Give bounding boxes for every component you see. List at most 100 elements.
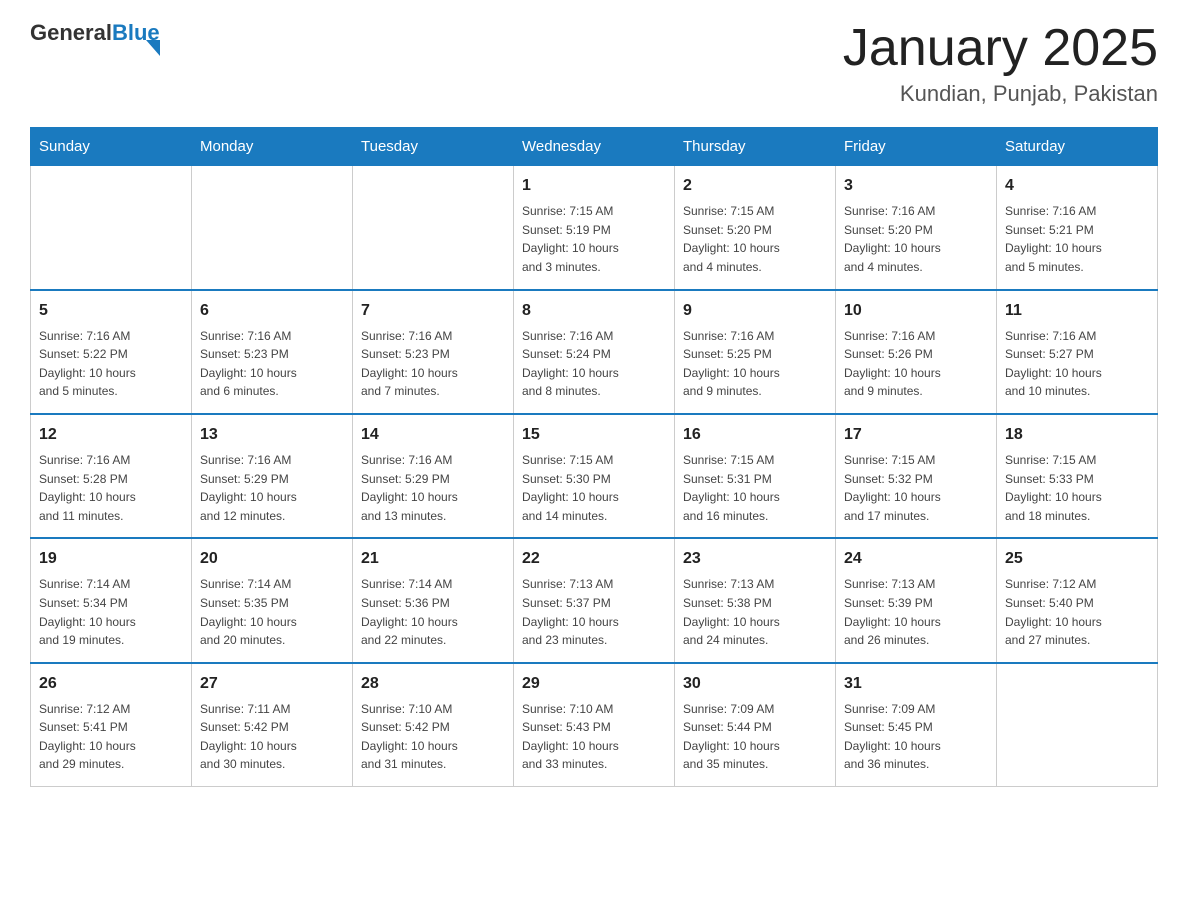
calendar-week-row: 12Sunrise: 7:16 AM Sunset: 5:28 PM Dayli… [31, 414, 1158, 538]
day-number: 20 [200, 547, 344, 571]
day-info: Sunrise: 7:15 AM Sunset: 5:33 PM Dayligh… [1005, 451, 1149, 525]
calendar-cell: 18 Sunrise: 7:15 AM Sunset: 5:33 PM Dayli… [997, 414, 1158, 538]
calendar-cell: 17 Sunrise: 7:15 AM Sunset: 5:32 PM Dayli… [836, 414, 997, 538]
day-number: 19 [39, 547, 183, 571]
calendar-cell: 19Sunrise: 7:14 AM Sunset: 5:34 PM Dayli… [31, 538, 192, 662]
day-info: Sunrise: 7:16 AM Sunset: 5:24 PM Dayligh… [522, 327, 666, 401]
day-number: 31 [844, 672, 988, 696]
day-info: Sunrise: 7:16 AM Sunset: 5:27 PM Dayligh… [1005, 327, 1149, 401]
day-number: 18 [1005, 423, 1149, 447]
calendar-cell: 31 Sunrise: 7:09 AM Sunset: 5:45 PM Dayli… [836, 663, 997, 787]
calendar-cell: 3 Sunrise: 7:16 AM Sunset: 5:20 PM Daylig… [836, 166, 997, 290]
day-number: 16 [683, 423, 827, 447]
day-number: 4 [1005, 174, 1149, 198]
calendar-cell: 5 Sunrise: 7:16 AM Sunset: 5:22 PM Daylig… [31, 290, 192, 414]
day-number: 29 [522, 672, 666, 696]
calendar-cell: 26Sunrise: 7:12 AM Sunset: 5:41 PM Dayli… [31, 663, 192, 787]
day-info: Sunrise: 7:16 AM Sunset: 5:23 PM Dayligh… [361, 327, 505, 401]
col-header-friday: Friday [836, 128, 997, 166]
day-number: 1 [522, 174, 666, 198]
day-number: 21 [361, 547, 505, 571]
day-info: Sunrise: 7:16 AM Sunset: 5:22 PM Dayligh… [39, 327, 183, 401]
calendar-week-row: 5 Sunrise: 7:16 AM Sunset: 5:22 PM Daylig… [31, 290, 1158, 414]
page-header: GeneralBlue January 2025 Kundian, Punjab… [30, 20, 1158, 107]
day-info: Sunrise: 7:16 AM Sunset: 5:26 PM Dayligh… [844, 327, 988, 401]
calendar-cell: 30 Sunrise: 7:09 AM Sunset: 5:44 PM Dayli… [675, 663, 836, 787]
day-info: Sunrise: 7:15 AM Sunset: 5:31 PM Dayligh… [683, 451, 827, 525]
calendar-cell: 13 Sunrise: 7:16 AM Sunset: 5:29 PM Dayli… [192, 414, 353, 538]
day-number: 27 [200, 672, 344, 696]
calendar-cell: 27 Sunrise: 7:11 AM Sunset: 5:42 PM Dayli… [192, 663, 353, 787]
day-number: 6 [200, 299, 344, 323]
day-info: Sunrise: 7:15 AM Sunset: 5:20 PM Dayligh… [683, 202, 827, 276]
calendar-cell: 14 Sunrise: 7:16 AM Sunset: 5:29 PM Dayli… [353, 414, 514, 538]
calendar-cell: 7 Sunrise: 7:16 AM Sunset: 5:23 PM Daylig… [353, 290, 514, 414]
day-number: 15 [522, 423, 666, 447]
col-header-sunday: Sunday [31, 128, 192, 166]
col-header-wednesday: Wednesday [514, 128, 675, 166]
calendar-cell: 9 Sunrise: 7:16 AM Sunset: 5:25 PM Daylig… [675, 290, 836, 414]
day-number: 30 [683, 672, 827, 696]
day-info: Sunrise: 7:16 AM Sunset: 5:21 PM Dayligh… [1005, 202, 1149, 276]
day-number: 28 [361, 672, 505, 696]
calendar-cell: 6Sunrise: 7:16 AM Sunset: 5:23 PM Daylig… [192, 290, 353, 414]
col-header-monday: Monday [192, 128, 353, 166]
calendar-title: January 2025 [843, 20, 1158, 77]
calendar-cell: 28Sunrise: 7:10 AM Sunset: 5:42 PM Dayli… [353, 663, 514, 787]
calendar-cell: 10 Sunrise: 7:16 AM Sunset: 5:26 PM Dayli… [836, 290, 997, 414]
day-info: Sunrise: 7:16 AM Sunset: 5:25 PM Dayligh… [683, 327, 827, 401]
calendar-subtitle: Kundian, Punjab, Pakistan [843, 81, 1158, 107]
calendar-cell: 21 Sunrise: 7:14 AM Sunset: 5:36 PM Dayli… [353, 538, 514, 662]
day-info: Sunrise: 7:15 AM Sunset: 5:30 PM Dayligh… [522, 451, 666, 525]
day-info: Sunrise: 7:13 AM Sunset: 5:38 PM Dayligh… [683, 575, 827, 649]
calendar-cell: 4 Sunrise: 7:16 AM Sunset: 5:21 PM Daylig… [997, 166, 1158, 290]
day-number: 3 [844, 174, 988, 198]
logo: GeneralBlue [30, 20, 160, 56]
day-number: 10 [844, 299, 988, 323]
day-info: Sunrise: 7:16 AM Sunset: 5:29 PM Dayligh… [200, 451, 344, 525]
calendar-cell: 1 Sunrise: 7:15 AM Sunset: 5:19 PM Daylig… [514, 166, 675, 290]
day-info: Sunrise: 7:15 AM Sunset: 5:19 PM Dayligh… [522, 202, 666, 276]
calendar-cell: 12Sunrise: 7:16 AM Sunset: 5:28 PM Dayli… [31, 414, 192, 538]
day-number: 25 [1005, 547, 1149, 571]
day-number: 11 [1005, 299, 1149, 323]
day-info: Sunrise: 7:16 AM Sunset: 5:28 PM Dayligh… [39, 451, 183, 525]
calendar-cell: 16 Sunrise: 7:15 AM Sunset: 5:31 PM Dayli… [675, 414, 836, 538]
day-info: Sunrise: 7:12 AM Sunset: 5:40 PM Dayligh… [1005, 575, 1149, 649]
title-block: January 2025 Kundian, Punjab, Pakistan [843, 20, 1158, 107]
day-number: 22 [522, 547, 666, 571]
day-number: 7 [361, 299, 505, 323]
day-info: Sunrise: 7:16 AM Sunset: 5:29 PM Dayligh… [361, 451, 505, 525]
calendar-week-row: 26Sunrise: 7:12 AM Sunset: 5:41 PM Dayli… [31, 663, 1158, 787]
calendar-cell: 25 Sunrise: 7:12 AM Sunset: 5:40 PM Dayli… [997, 538, 1158, 662]
day-info: Sunrise: 7:16 AM Sunset: 5:20 PM Dayligh… [844, 202, 988, 276]
calendar-cell [31, 166, 192, 290]
day-number: 17 [844, 423, 988, 447]
day-info: Sunrise: 7:10 AM Sunset: 5:43 PM Dayligh… [522, 700, 666, 774]
calendar-cell: 22Sunrise: 7:13 AM Sunset: 5:37 PM Dayli… [514, 538, 675, 662]
logo-general: General [30, 20, 112, 45]
day-info: Sunrise: 7:09 AM Sunset: 5:45 PM Dayligh… [844, 700, 988, 774]
calendar-cell: 29 Sunrise: 7:10 AM Sunset: 5:43 PM Dayli… [514, 663, 675, 787]
day-info: Sunrise: 7:15 AM Sunset: 5:32 PM Dayligh… [844, 451, 988, 525]
calendar-cell: 20Sunrise: 7:14 AM Sunset: 5:35 PM Dayli… [192, 538, 353, 662]
calendar-cell [192, 166, 353, 290]
calendar-cell: 15 Sunrise: 7:15 AM Sunset: 5:30 PM Dayli… [514, 414, 675, 538]
calendar-table: SundayMondayTuesdayWednesdayThursdayFrid… [30, 127, 1158, 787]
calendar-cell: 24Sunrise: 7:13 AM Sunset: 5:39 PM Dayli… [836, 538, 997, 662]
day-number: 5 [39, 299, 183, 323]
calendar-week-row: 1 Sunrise: 7:15 AM Sunset: 5:19 PM Daylig… [31, 166, 1158, 290]
day-info: Sunrise: 7:14 AM Sunset: 5:36 PM Dayligh… [361, 575, 505, 649]
day-info: Sunrise: 7:09 AM Sunset: 5:44 PM Dayligh… [683, 700, 827, 774]
day-number: 9 [683, 299, 827, 323]
logo-text: GeneralBlue [30, 20, 160, 56]
day-info: Sunrise: 7:12 AM Sunset: 5:41 PM Dayligh… [39, 700, 183, 774]
day-number: 14 [361, 423, 505, 447]
day-info: Sunrise: 7:11 AM Sunset: 5:42 PM Dayligh… [200, 700, 344, 774]
day-number: 2 [683, 174, 827, 198]
calendar-week-row: 19Sunrise: 7:14 AM Sunset: 5:34 PM Dayli… [31, 538, 1158, 662]
calendar-cell: 2 Sunrise: 7:15 AM Sunset: 5:20 PM Daylig… [675, 166, 836, 290]
calendar-cell: 8Sunrise: 7:16 AM Sunset: 5:24 PM Daylig… [514, 290, 675, 414]
day-number: 13 [200, 423, 344, 447]
day-number: 24 [844, 547, 988, 571]
